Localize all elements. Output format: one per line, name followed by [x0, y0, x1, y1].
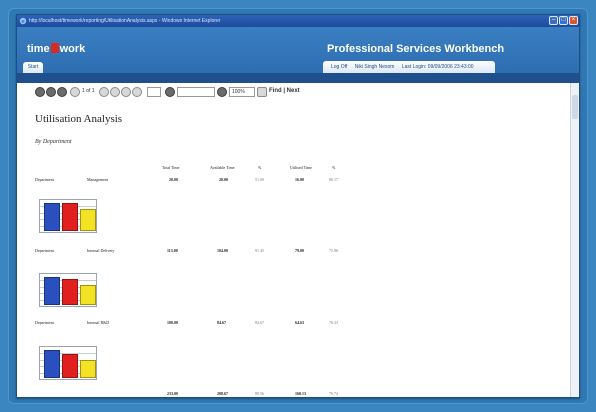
- grand-available-pct: 89.56: [255, 391, 264, 396]
- grand-utilised-time: 160.13: [295, 391, 306, 396]
- app-header: time work Professional Services Workbench…: [17, 27, 579, 83]
- page-indicator: 1 of 1: [82, 88, 95, 94]
- col-pct-utilised: %: [332, 165, 336, 170]
- utilised-time: 79.00: [295, 248, 304, 253]
- app-logo: time work: [27, 43, 85, 55]
- bar-available-time: [62, 203, 78, 231]
- available-pct: 51.00: [255, 177, 264, 182]
- vertical-scrollbar[interactable]: [570, 83, 579, 397]
- browser-icon: e: [19, 17, 27, 25]
- zoom-select[interactable]: 100%: [229, 87, 255, 97]
- dept-chart: [37, 199, 99, 233]
- report-subtitle: By Department: [35, 139, 72, 145]
- refresh-button[interactable]: [121, 87, 131, 97]
- col-available-time: Available Time: [210, 165, 235, 170]
- grand-total-time: 233.00: [167, 391, 178, 396]
- available-time: 20.00: [219, 177, 228, 182]
- window-title: http://localhost/timework/reporting/Util…: [29, 18, 221, 24]
- logo-text-part1: time: [27, 43, 50, 55]
- search-icon[interactable]: [217, 87, 227, 97]
- total-time: 20.00: [169, 177, 178, 182]
- close-button[interactable]: ×: [569, 16, 578, 25]
- department-name: Internal Delivery: [87, 248, 115, 253]
- next-page-button[interactable]: [99, 87, 109, 97]
- find-field[interactable]: [177, 87, 215, 97]
- previous-page-button[interactable]: [46, 87, 56, 97]
- grand-available-time: 208.67: [217, 391, 228, 396]
- export-format-icon[interactable]: [257, 87, 267, 97]
- department-name: Management: [87, 177, 108, 182]
- chart-plot-area: [39, 273, 97, 307]
- user-bar: Log Off Niki Singh Nesom Last Login: 09/…: [323, 61, 495, 73]
- browser-window: e http://localhost/timework/reporting/Ut…: [16, 14, 580, 398]
- title-bar: e http://localhost/timework/reporting/Ut…: [17, 15, 579, 27]
- report-toolbar: 1 of 1 100% Find | Next: [35, 87, 335, 101]
- first-page-button[interactable]: [35, 87, 45, 97]
- available-time: 84.67: [217, 320, 226, 325]
- minimize-button[interactable]: –: [549, 16, 558, 25]
- total-time: 113.00: [167, 248, 178, 253]
- utilised-time: 16.00: [295, 177, 304, 182]
- bar-available-time: [62, 279, 78, 305]
- chart-plot-area: [39, 199, 97, 233]
- report-title: Utilisation Analysis: [35, 113, 123, 125]
- print-button[interactable]: [132, 87, 142, 97]
- svg-text:e: e: [21, 19, 24, 25]
- export-button[interactable]: [165, 87, 175, 97]
- page-input-icon[interactable]: [70, 87, 80, 97]
- bar-available-time: [62, 354, 78, 378]
- available-pct: 91.45: [255, 248, 264, 253]
- page-number-field[interactable]: [147, 87, 161, 97]
- utilised-pct: 76.33: [329, 320, 338, 325]
- bar-utilised-time: [80, 209, 96, 231]
- bar-total-time: [44, 350, 60, 378]
- available-pct: 84.67: [255, 320, 264, 325]
- maximize-button[interactable]: □: [559, 16, 568, 25]
- app-name: Professional Services Workbench: [327, 43, 505, 55]
- dept-chart: [37, 346, 99, 380]
- dept-chart: [37, 273, 99, 307]
- scroll-thumb[interactable]: [572, 95, 578, 119]
- tab-start[interactable]: Start: [23, 62, 43, 73]
- user-name: Niki Singh Nesom: [354, 64, 395, 70]
- grand-utilised-pct: 76.74: [329, 391, 338, 396]
- col-total-time: Total Time: [162, 165, 180, 170]
- find-next-link[interactable]: Find | Next: [269, 88, 300, 94]
- logo-text-part2: work: [59, 43, 86, 55]
- stop-button[interactable]: [57, 87, 67, 97]
- bar-total-time: [44, 203, 60, 231]
- utilised-pct: 80.17: [329, 177, 338, 182]
- department-name: Internal R&D: [87, 320, 110, 325]
- row-label: Department: [35, 320, 54, 325]
- row-label: Department: [35, 177, 54, 182]
- row-label: Department: [35, 248, 54, 253]
- bar-utilised-time: [80, 285, 96, 305]
- bar-total-time: [44, 277, 60, 305]
- total-time: 100.00: [167, 320, 178, 325]
- col-pct-available: %: [258, 165, 262, 170]
- col-utilised-time: Utilised Time: [290, 165, 312, 170]
- utilised-time: 64.63: [295, 320, 304, 325]
- last-page-button[interactable]: [110, 87, 120, 97]
- utilised-pct: 75.96: [329, 248, 338, 253]
- available-time: 104.00: [217, 248, 228, 253]
- chart-plot-area: [39, 346, 97, 380]
- logo-mark-icon: [50, 43, 59, 53]
- logout-link[interactable]: Log Off: [331, 64, 347, 70]
- tab-strip: [17, 73, 579, 83]
- last-login: Last Login: 09/09/2006 23:43:00: [401, 64, 474, 70]
- bar-utilised-time: [80, 360, 96, 378]
